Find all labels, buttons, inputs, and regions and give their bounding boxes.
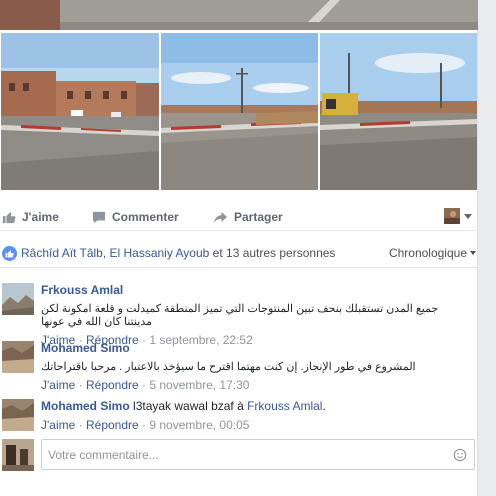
photo-top[interactable] — [0, 0, 478, 30]
comment-icon — [92, 211, 106, 223]
likes-rest: et 13 autres personnes — [209, 246, 336, 260]
comment-meta: J'aime · Répondre · 5 novembre, 17:30 — [41, 378, 250, 392]
thumb-up-icon — [2, 246, 17, 261]
comment-author[interactable]: Mohamed Simo — [41, 399, 130, 413]
comment-reply-link[interactable]: Répondre — [86, 378, 139, 392]
smiley-icon[interactable] — [453, 448, 467, 462]
comment-label: Commenter — [112, 210, 179, 224]
likes-summary: Râchîd Aït Tâlb, El Hassaniy Ayoub et 13… — [0, 240, 478, 268]
post-card: J'aime Commenter Partager Râchîd Aït Tâl… — [0, 0, 478, 496]
comment-author[interactable]: Mohamed Simo — [41, 341, 471, 355]
comment-text: جميع المدن تستقبلك بنحف تبين المنتوجات ا… — [41, 303, 439, 328]
avatar[interactable] — [2, 283, 34, 315]
comment-input[interactable]: Votre commentaire... — [41, 439, 475, 470]
avatar — [2, 439, 34, 471]
like-label: J'aime — [22, 210, 59, 224]
photo-2[interactable] — [161, 33, 318, 190]
comment-meta: J'aime · Répondre · 9 novembre, 00:05 — [41, 418, 250, 432]
avatar[interactable] — [2, 399, 34, 431]
poster-avatar[interactable] — [444, 208, 460, 224]
comment-reply-link[interactable]: Répondre — [86, 418, 139, 432]
chevron-down-icon[interactable] — [464, 214, 472, 219]
sort-label: Chronologique — [388, 246, 467, 260]
comment-input-placeholder: Votre commentaire... — [48, 448, 159, 462]
likes-text[interactable]: Râchîd Aït Tâlb, El Hassaniy Ayoub et 13… — [21, 246, 335, 260]
page-background-strip — [478, 0, 496, 496]
comment-like-link[interactable]: J'aime — [41, 378, 75, 392]
comment-text-end: . — [322, 399, 326, 413]
comment-composer: Votre commentaire... — [0, 438, 478, 472]
photo-3[interactable] — [320, 33, 477, 190]
comment-button[interactable]: Commenter — [92, 203, 179, 231]
share-label: Partager — [234, 210, 283, 224]
chevron-down-icon — [470, 251, 476, 255]
like-button[interactable]: J'aime — [2, 203, 59, 231]
comment-like-link[interactable]: J'aime — [41, 418, 75, 432]
share-icon — [214, 211, 227, 223]
comment-line: Mohamed Simo l3tayak wawal bzaf à Frkous… — [41, 399, 471, 413]
comment-date[interactable]: 5 novembre, 17:30 — [149, 378, 249, 392]
thumb-up-icon — [2, 212, 16, 224]
avatar[interactable] — [2, 341, 34, 373]
comment-text: l3tayak wawal bzaf à — [133, 399, 248, 413]
comment-text: المشروع في طور الإنجاز. إن كنت مهتما اقت… — [41, 361, 416, 373]
likes-names[interactable]: Râchîd Aït Tâlb, El Hassaniy Ayoub — [21, 246, 209, 260]
share-button[interactable]: Partager — [213, 203, 283, 231]
sort-dropdown[interactable]: Chronologique — [389, 246, 476, 260]
post-actions: J'aime Commenter Partager — [0, 203, 478, 231]
comment-author[interactable]: Frkouss Amlal — [41, 283, 471, 297]
comment-mention[interactable]: Frkouss Amlal — [247, 399, 322, 413]
photo-1[interactable] — [1, 33, 159, 190]
comment-date[interactable]: 9 novembre, 00:05 — [149, 418, 249, 432]
